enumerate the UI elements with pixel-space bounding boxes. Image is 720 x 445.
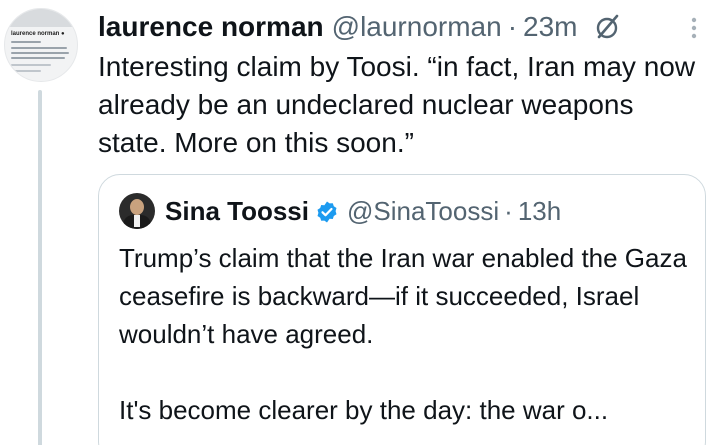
quoted-tweet-timestamp: 13h bbox=[517, 196, 562, 226]
avatar-mini-line bbox=[11, 57, 65, 59]
quoted-author-handle: @SinaToossi bbox=[347, 196, 500, 226]
author-handle[interactable]: @laurnorman bbox=[332, 10, 502, 44]
more-options-icon[interactable] bbox=[688, 14, 700, 42]
avatar-mini-name: laurence norman ● bbox=[11, 31, 65, 37]
avatar-mini-line bbox=[11, 70, 41, 72]
separator-dot: · bbox=[507, 11, 518, 42]
avatar-mini-line bbox=[11, 64, 51, 66]
quoted-tweet-paragraph: Trump’s claim that the Iran war enabled … bbox=[119, 243, 687, 349]
quoted-tweet-header: Sina Toossi @SinaToossi · 13h bbox=[119, 193, 561, 229]
verified-badge-icon bbox=[315, 199, 339, 223]
quoted-tweet-card[interactable]: Sina Toossi @SinaToossi · 13h Trump’s cl… bbox=[98, 174, 706, 445]
tweet-text: Interesting claim by Toosi. “in fact, Ir… bbox=[98, 51, 696, 158]
grok-icon[interactable] bbox=[594, 13, 622, 41]
author-display-name[interactable]: laurence norman bbox=[98, 10, 324, 44]
thread-connector-line bbox=[38, 90, 42, 445]
quoted-tweet-paragraph-truncated: It's become clearer by the day: the war … bbox=[119, 395, 609, 425]
quoted-tweet-text: Trump’s claim that the Iran war enabled … bbox=[119, 239, 687, 429]
avatar-mini-line bbox=[11, 47, 67, 49]
avatar-banner bbox=[5, 9, 77, 27]
tweet-header: laurence norman @laurnorman · 23m bbox=[98, 10, 622, 44]
tweet-timestamp[interactable]: 23m bbox=[523, 10, 577, 44]
separator-dot: · bbox=[504, 196, 513, 226]
quoted-author-avatar bbox=[119, 193, 155, 229]
avatar-mini-line bbox=[11, 52, 69, 54]
avatar-mini-line bbox=[11, 41, 41, 43]
tweet-container: laurence norman ● laurence norman @laurn… bbox=[0, 0, 720, 445]
author-avatar[interactable]: laurence norman ● bbox=[4, 8, 78, 82]
quoted-author-display-name: Sina Toossi bbox=[165, 196, 309, 226]
